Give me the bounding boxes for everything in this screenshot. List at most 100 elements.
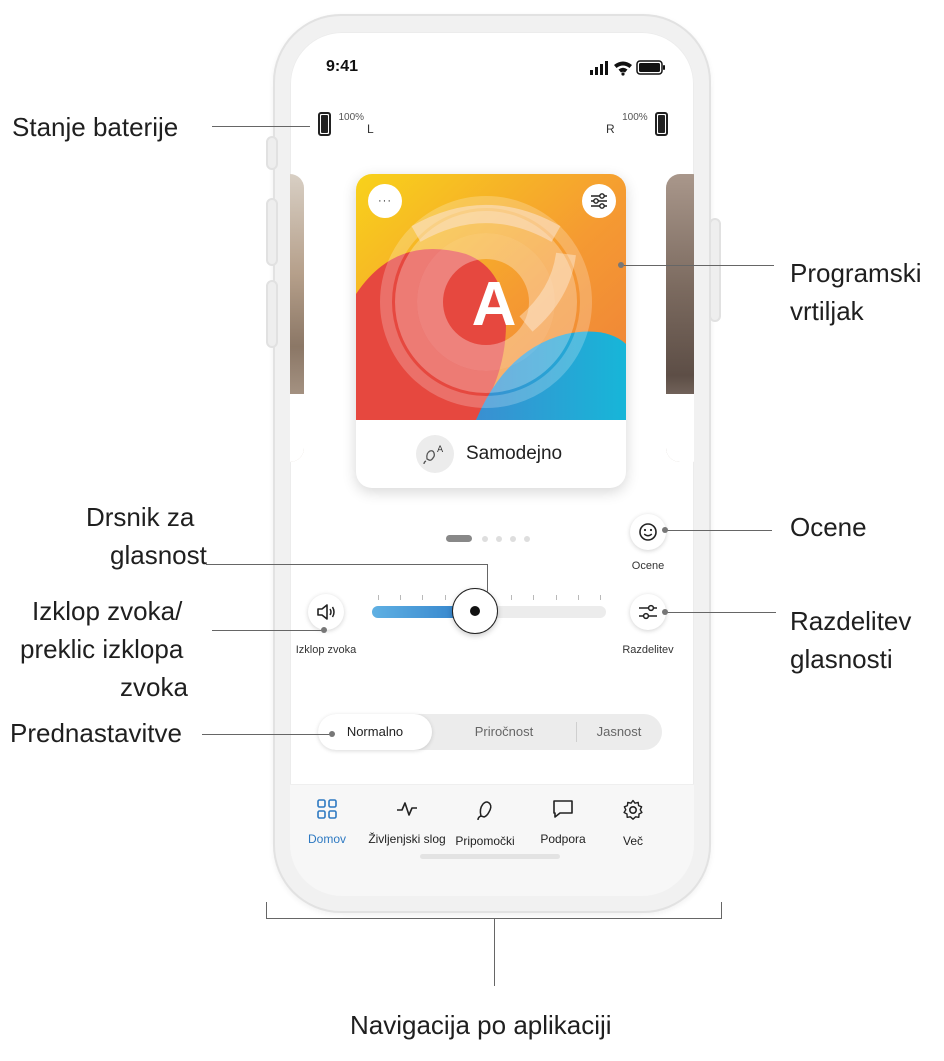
svg-text:A: A bbox=[437, 445, 444, 455]
preset-normal[interactable]: Normalno bbox=[318, 714, 432, 750]
split-sliders-icon bbox=[639, 604, 657, 620]
annotation-line-split bbox=[666, 612, 776, 614]
annotation-mute-2: preklic izklopa bbox=[20, 634, 184, 664]
gear-icon bbox=[623, 799, 643, 820]
volume-split-label: Razdelitev bbox=[622, 644, 674, 656]
annotation-split-2: glasnosti bbox=[790, 644, 893, 674]
more-options-button[interactable]: ··· bbox=[368, 184, 402, 218]
annotation-bracket-right bbox=[721, 902, 723, 919]
bottom-navigation: Domov Življenjski slog Pripomočki Podpor… bbox=[290, 784, 694, 896]
phone-volume-up-button bbox=[266, 198, 278, 266]
annotation-pin-carousel bbox=[618, 262, 624, 268]
carousel-pagination bbox=[446, 530, 538, 548]
carousel-card-next[interactable] bbox=[666, 174, 694, 462]
volume-tick bbox=[600, 595, 601, 600]
annotation-mute-3: zvoka bbox=[120, 672, 188, 702]
annotation-line-mute bbox=[212, 630, 324, 632]
program-card[interactable]: A ··· A Samodejno bbox=[356, 174, 626, 488]
volume-tick bbox=[422, 595, 424, 600]
program-footer: A Samodejno bbox=[356, 420, 626, 488]
home-indicator[interactable] bbox=[420, 854, 560, 859]
volume-slider-thumb[interactable] bbox=[451, 588, 498, 634]
annotation-line-slider-h bbox=[206, 564, 488, 566]
preset-comfort[interactable]: Priročnost bbox=[432, 714, 576, 750]
hearing-aid-icon bbox=[477, 801, 492, 821]
annotation-slider-2: glasnost bbox=[110, 540, 207, 570]
battery-left-icon bbox=[318, 112, 331, 136]
annotation-pin-split bbox=[662, 609, 668, 615]
program-name: Samodejno bbox=[466, 443, 563, 464]
volume-tick bbox=[400, 595, 402, 600]
preset-clarity[interactable]: Jasnost bbox=[576, 714, 662, 750]
nav-item-devices[interactable]: Pripomočki bbox=[440, 799, 530, 848]
annotation-split-1: Razdelitev bbox=[790, 606, 912, 636]
annotation-battery: Stanje baterije bbox=[12, 112, 179, 142]
annotation-line-carousel bbox=[622, 265, 774, 267]
annotation-line-presets bbox=[202, 734, 332, 736]
battery-right-side: R bbox=[606, 122, 615, 136]
nav-item-lifestyle[interactable]: Življenjski slog bbox=[362, 799, 452, 846]
page-dot[interactable] bbox=[510, 535, 516, 542]
battery-right-icon bbox=[655, 112, 669, 136]
phone-volume-down-button bbox=[266, 280, 278, 348]
ratings-label: Ocene bbox=[631, 560, 665, 572]
chat-icon bbox=[553, 800, 573, 818]
program-settings-button[interactable] bbox=[582, 184, 616, 218]
annotation-pin-ratings bbox=[662, 527, 668, 533]
battery-left-percent: 100% bbox=[338, 112, 365, 123]
status-icons bbox=[590, 60, 665, 76]
annotation-bracket-left bbox=[266, 902, 268, 919]
battery-status-icon bbox=[636, 60, 665, 75]
phone-power-button bbox=[709, 218, 721, 322]
battery-right: R 100% bbox=[606, 112, 669, 136]
page-dot-active[interactable] bbox=[446, 535, 472, 543]
volume-tick bbox=[511, 595, 513, 600]
volume-tick bbox=[444, 595, 446, 600]
page-dot[interactable] bbox=[482, 535, 488, 542]
signal-icon bbox=[590, 61, 608, 75]
more-options-icon: ··· bbox=[378, 195, 392, 207]
activity-icon bbox=[397, 802, 417, 816]
battery-right-percent: 100% bbox=[622, 112, 648, 123]
annotation-pin-mute bbox=[321, 627, 327, 633]
page-dot[interactable] bbox=[524, 535, 530, 542]
nav-item-home[interactable]: Domov bbox=[290, 799, 372, 846]
volume-tick bbox=[577, 595, 579, 600]
battery-left-side: L bbox=[367, 122, 374, 136]
presets-segmented-control: Normalno Priročnost Jasnost bbox=[318, 714, 662, 750]
nav-label-home: Domov bbox=[307, 832, 346, 846]
grid-icon bbox=[317, 799, 337, 819]
annotation-mute-1: Izklop zvoka/ bbox=[32, 596, 183, 626]
program-letter: A bbox=[471, 270, 517, 339]
volume-split-button[interactable] bbox=[630, 594, 666, 630]
page-dot[interactable] bbox=[496, 535, 502, 542]
annotation-line-slider-v bbox=[487, 564, 489, 592]
annotation-carousel-2: vrtiljak bbox=[790, 296, 864, 326]
annotation-line-battery bbox=[212, 126, 310, 128]
annotation-bracket-stem bbox=[494, 918, 496, 986]
phone-screen: 9:41 100%L R 100% A ··· A Samodejno Ocen… bbox=[290, 32, 694, 896]
annotation-ratings: Ocene bbox=[790, 512, 867, 542]
annotation-carousel-1: Programski bbox=[790, 258, 922, 288]
annotation-pin-presets bbox=[329, 731, 335, 737]
sliders-icon bbox=[591, 193, 607, 209]
carousel-card-previous[interactable] bbox=[290, 174, 304, 462]
wifi-icon bbox=[614, 61, 632, 76]
speaker-icon bbox=[317, 604, 335, 620]
nav-item-more[interactable]: Več bbox=[588, 799, 678, 848]
status-time: 9:41 bbox=[326, 58, 359, 75]
battery-left: 100%L bbox=[318, 112, 374, 136]
hearing-aid-auto-icon: A bbox=[416, 435, 454, 473]
ratings-button[interactable] bbox=[630, 514, 666, 550]
smiley-icon bbox=[639, 523, 657, 541]
annotation-presets: Prednastavitve bbox=[10, 718, 182, 748]
annotation-navigation: Navigacija po aplikaciji bbox=[350, 1010, 612, 1040]
volume-tick bbox=[555, 595, 557, 600]
mute-label: Izklop zvoka bbox=[295, 644, 357, 656]
nav-label-lifestyle: Življenjski slog bbox=[368, 832, 446, 846]
nav-label-more: Več bbox=[622, 834, 643, 848]
volume-tick bbox=[378, 595, 379, 600]
annotation-line-ratings bbox=[666, 530, 772, 532]
volume-tick bbox=[533, 595, 535, 600]
mute-button[interactable] bbox=[308, 594, 344, 630]
